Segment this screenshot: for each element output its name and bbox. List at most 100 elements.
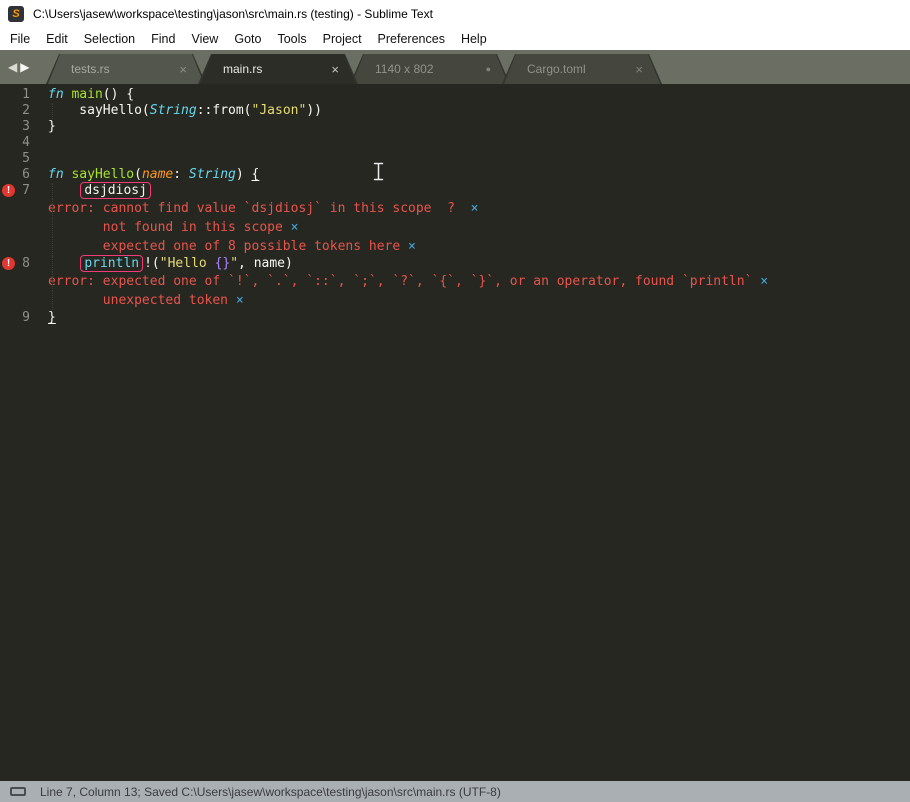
error-annotation: error: expected one of `!`, `.`, `::`, `…: [0, 272, 910, 291]
dismiss-annotation-icon[interactable]: ×: [760, 274, 768, 289]
code-token: fn: [48, 167, 72, 182]
tab-bar: ◀ ▶ tests.rs × main.rs × 1140 x 802 ● Cargo.to…: [0, 50, 910, 84]
tab-1140-x-802[interactable]: 1140 x 802 ●: [350, 54, 510, 84]
menu-item-tools[interactable]: Tools: [269, 30, 314, 48]
line-number: 5: [22, 151, 30, 166]
gutter: ! 8: [0, 256, 40, 272]
dismiss-annotation-icon[interactable]: ×: [236, 293, 244, 308]
tab-nav-arrows: ◀ ▶: [8, 50, 29, 84]
code-text[interactable]: }: [40, 119, 910, 135]
tab-label: Cargo.toml: [527, 62, 586, 76]
code-token: expected one of 8 possible tokens here: [48, 239, 409, 254]
indent-guide: [52, 218, 53, 237]
code-token: sayHello: [71, 167, 135, 182]
annotation-text: not found in this scope ×: [40, 218, 910, 237]
status-bar: Line 7, Column 13; Saved C:\Users\jasew\…: [0, 781, 910, 802]
annotation-text: unexpected token ×: [40, 291, 910, 310]
menu-item-project[interactable]: Project: [315, 30, 370, 48]
code-text[interactable]: fn main() {: [40, 87, 910, 103]
code-token: println: [80, 255, 144, 272]
code-line-9: 9}: [0, 310, 910, 326]
code-token: :: [173, 167, 189, 182]
error-annotation: unexpected token ×: [0, 291, 910, 310]
annotation-text: expected one of 8 possible tokens here ×: [40, 237, 910, 256]
dismiss-annotation-icon[interactable]: ×: [471, 201, 479, 216]
code-token: )): [306, 103, 322, 118]
code-token: ): [235, 167, 252, 182]
indent-guide: [52, 256, 53, 272]
gutter: [0, 237, 40, 256]
menu-item-help[interactable]: Help: [453, 30, 495, 48]
gutter: 1: [0, 87, 40, 103]
code-line-3: 3}: [0, 119, 910, 135]
code-text[interactable]: println !("Hello {}", name): [40, 255, 910, 272]
menu-bar: File Edit Selection Find View Goto Tools Projec…: [0, 27, 910, 50]
line-number: 4: [22, 135, 30, 150]
indent-guide: [52, 103, 53, 119]
code-token: "Hello: [159, 256, 215, 271]
code-line-7: ! 7 dsjdiosj: [0, 182, 910, 199]
gutter: ! 7: [0, 183, 40, 199]
menu-item-selection[interactable]: Selection: [76, 30, 143, 48]
code-text[interactable]: sayHello(String::from("Jason")): [40, 103, 910, 119]
tab-strip: tests.rs × main.rs × 1140 x 802 ● Cargo.toml ×: [46, 54, 662, 84]
menu-item-edit[interactable]: Edit: [38, 30, 76, 48]
indent-guide: [52, 199, 53, 218]
code-token: main: [71, 87, 103, 102]
code-text[interactable]: }: [40, 310, 910, 326]
tab-close-icon[interactable]: ×: [179, 63, 187, 76]
tab-inner: main.rs ×: [200, 54, 356, 84]
annotation-text: error: cannot find value `dsjdiosj` in t…: [40, 199, 910, 218]
menu-item-find[interactable]: Find: [143, 30, 183, 48]
code-token: error: cannot find value `dsjdiosj` in t…: [48, 201, 471, 216]
title-bar: S C:\Users\jasew\workspace\testing\jason…: [0, 0, 910, 27]
menu-item-goto[interactable]: Goto: [226, 30, 269, 48]
tab-label: 1140 x 802: [375, 62, 434, 76]
line-number: 1: [22, 87, 30, 102]
menu-item-preferences[interactable]: Preferences: [370, 30, 453, 48]
code-token: unexpected token: [48, 293, 236, 308]
panel-toggle-icon[interactable]: [10, 787, 26, 796]
tab-close-icon[interactable]: ×: [331, 63, 339, 76]
gutter: 9: [0, 310, 40, 326]
code-token: String: [149, 103, 197, 118]
tab-cargo.toml[interactable]: Cargo.toml ×: [502, 54, 662, 84]
code-line-6: 6 fn sayHello(name: String) {: [0, 167, 910, 183]
dismiss-annotation-icon[interactable]: ×: [408, 239, 416, 254]
code-token: String: [188, 167, 236, 182]
code-token: error: expected one of `!`, `.`, `::`, `…: [48, 274, 761, 289]
code-line-8: ! 8 println !("Hello {}", name): [0, 255, 910, 272]
modified-dot-icon[interactable]: ●: [486, 65, 491, 74]
gutter: [0, 272, 40, 291]
dismiss-annotation-icon[interactable]: ×: [291, 220, 299, 235]
forward-arrow-icon[interactable]: ▶: [20, 61, 29, 73]
indent-guide: [52, 237, 53, 256]
gutter: 5: [0, 151, 40, 167]
code-token: ": [230, 256, 239, 271]
tab-close-icon[interactable]: ×: [635, 63, 643, 76]
line-number: 3: [22, 119, 30, 134]
code-token: {}: [214, 256, 231, 271]
menu-item-file[interactable]: File: [2, 30, 38, 48]
code-area[interactable]: 1 fn main() {2 sayHello(String::from("Jas…: [0, 84, 910, 781]
code-text[interactable]: fn sayHello(name: String) {: [40, 167, 910, 183]
error-annotation: error: cannot find value `dsjdiosj` in t…: [0, 199, 910, 218]
code-token: (: [134, 167, 142, 182]
code-text[interactable]: [40, 135, 910, 151]
indent-guide: [52, 183, 53, 199]
tab-tests.rs[interactable]: tests.rs ×: [46, 54, 206, 84]
code-token: dsjdiosj: [80, 182, 151, 199]
tab-main.rs[interactable]: main.rs ×: [198, 54, 358, 84]
indent-guide: [52, 291, 53, 310]
status-text: Line 7, Column 13; Saved C:\Users\jasew\…: [40, 784, 501, 799]
back-arrow-icon[interactable]: ◀: [8, 61, 17, 73]
code-token: sayHello(: [48, 103, 150, 118]
code-text[interactable]: [40, 151, 910, 167]
gutter: 3: [0, 119, 40, 135]
menu-item-view[interactable]: View: [183, 30, 226, 48]
tab-inner: 1140 x 802 ●: [352, 54, 508, 84]
code-text[interactable]: dsjdiosj: [40, 182, 910, 199]
line-number: 6: [22, 167, 30, 182]
error-annotation: not found in this scope ×: [0, 218, 910, 237]
gutter: 4: [0, 135, 40, 151]
